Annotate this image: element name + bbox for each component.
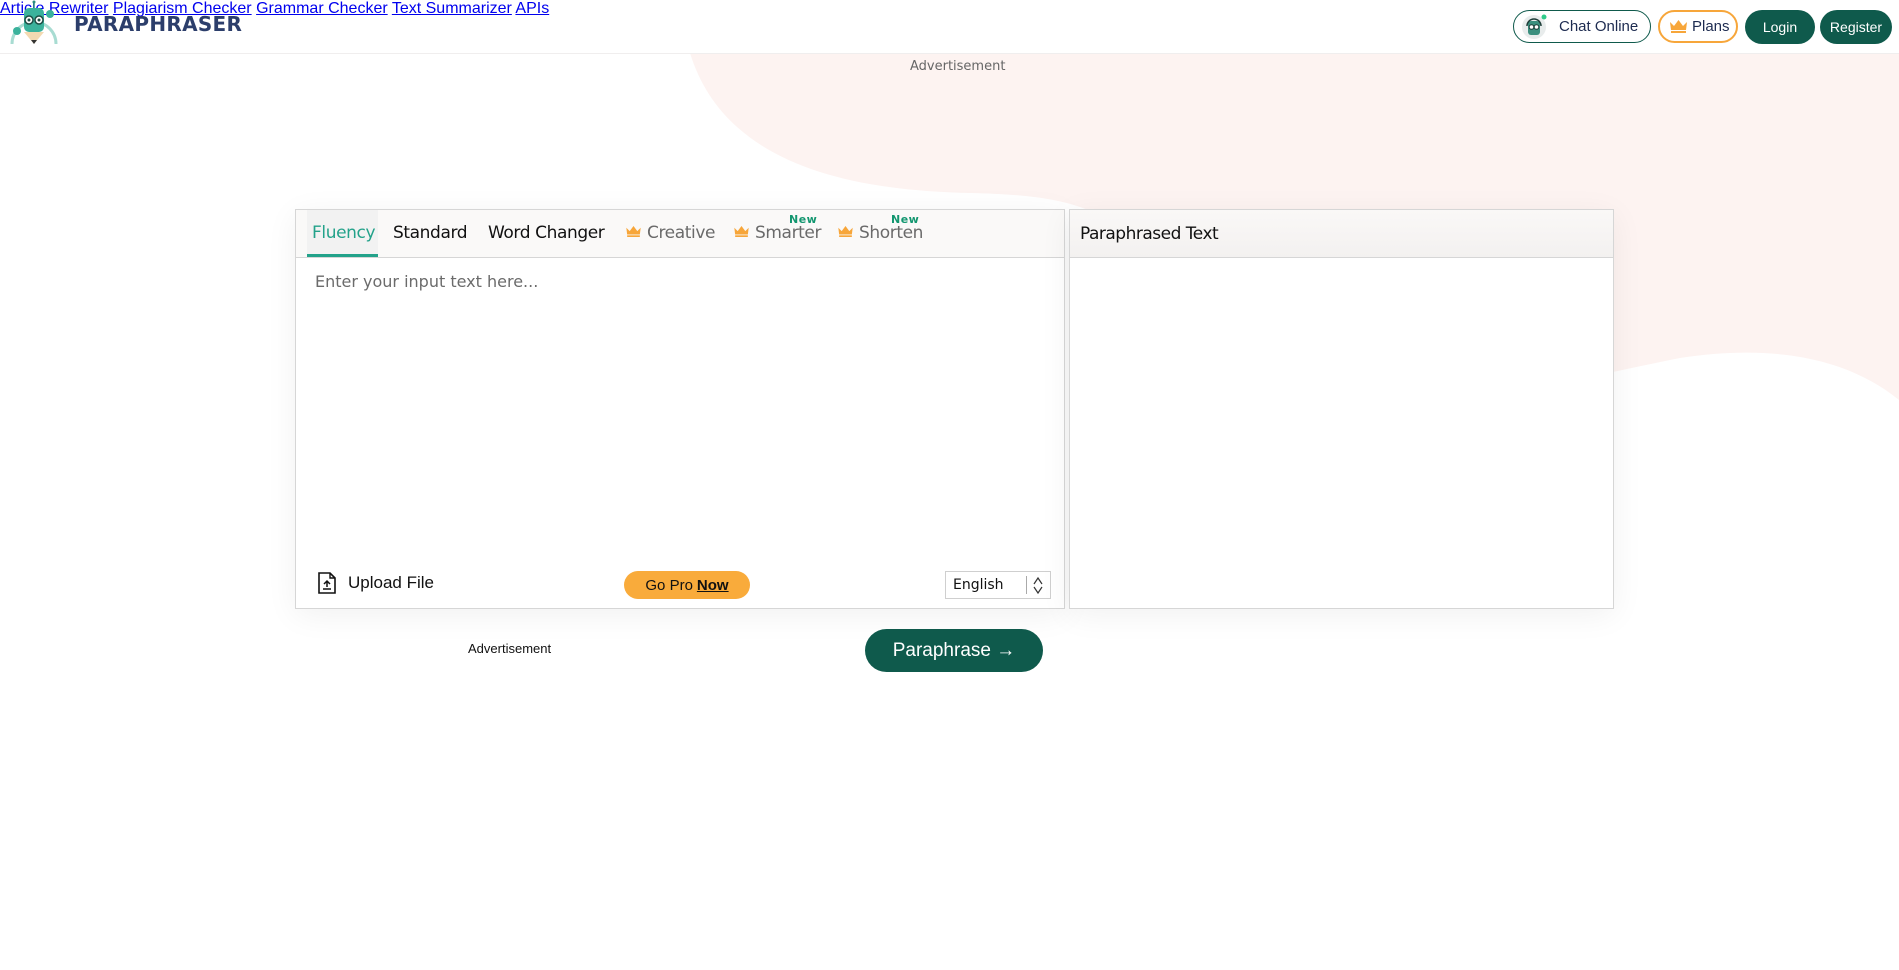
- output-panel-title: Paraphrased Text: [1080, 224, 1219, 244]
- tab-shorten[interactable]: Shorten: [838, 223, 923, 243]
- upload-file-button[interactable]: Upload File: [318, 572, 434, 594]
- login-button[interactable]: Login: [1745, 10, 1815, 44]
- tab-word-changer[interactable]: Word Changer: [488, 223, 605, 243]
- tab-smarter[interactable]: Smarter: [734, 223, 821, 243]
- paraphrase-button[interactable]: Paraphrase →: [865, 629, 1043, 672]
- brand-name[interactable]: PARAPHRASER: [74, 12, 242, 36]
- crown-icon: [626, 226, 641, 237]
- mode-tabs: Fluency Standard Word Changer Creative S…: [296, 210, 1064, 258]
- tab-fluency[interactable]: Fluency: [312, 223, 376, 243]
- language-select[interactable]: English: [945, 571, 1051, 599]
- nav-apis[interactable]: APIs: [515, 0, 549, 17]
- output-panel: Paraphrased Text: [1069, 209, 1614, 609]
- input-text-area[interactable]: [296, 258, 1064, 548]
- go-pro-now-emphasis: Now: [696, 576, 729, 594]
- output-panel-header: Paraphrased Text: [1070, 210, 1613, 258]
- tab-label: Fluency: [312, 223, 376, 243]
- tab-label: Shorten: [859, 223, 924, 243]
- language-value: English: [953, 577, 1004, 593]
- chat-bot-icon: [1522, 14, 1547, 39]
- input-panel: Fluency Standard Word Changer Creative S…: [295, 209, 1065, 609]
- chat-online-button[interactable]: Chat Online: [1513, 10, 1651, 43]
- go-pro-now-button[interactable]: Go Pro Now: [624, 571, 750, 599]
- logo-icon[interactable]: [8, 0, 60, 48]
- chat-online-label: Chat Online: [1559, 18, 1639, 35]
- site-header: PARAPHRASER Article Rewriter Plagiarism …: [0, 0, 1899, 54]
- register-button[interactable]: Register: [1820, 10, 1892, 44]
- crown-icon: [838, 226, 853, 237]
- upload-file-label: Upload File: [348, 573, 434, 592]
- tab-standard[interactable]: Standard: [393, 223, 468, 243]
- active-tab-indicator: [307, 254, 378, 257]
- tab-label: Smarter: [755, 223, 822, 243]
- nav-grammar-checker[interactable]: Grammar Checker: [256, 0, 388, 17]
- nav-text-summarizer[interactable]: Text Summarizer: [392, 0, 512, 17]
- plans-button[interactable]: Plans: [1658, 10, 1738, 43]
- crown-icon: [1670, 20, 1687, 33]
- plans-label: Plans: [1692, 18, 1730, 35]
- upload-file-icon: [318, 572, 336, 594]
- language-select-divider: [1026, 576, 1027, 594]
- new-badge: New: [789, 213, 818, 226]
- advertisement-label-bottom: Advertisement: [468, 641, 552, 656]
- tab-label: Standard: [393, 223, 468, 243]
- go-pro-label: Go Pro: [645, 576, 693, 594]
- tab-label: Word Changer: [488, 223, 605, 243]
- crown-icon: [734, 226, 749, 237]
- tab-creative[interactable]: Creative: [626, 223, 715, 243]
- tab-label: Creative: [647, 223, 716, 243]
- advertisement-label-top: Advertisement: [910, 59, 1006, 74]
- new-badge: New: [891, 213, 920, 226]
- select-arrows-icon: [1033, 576, 1043, 595]
